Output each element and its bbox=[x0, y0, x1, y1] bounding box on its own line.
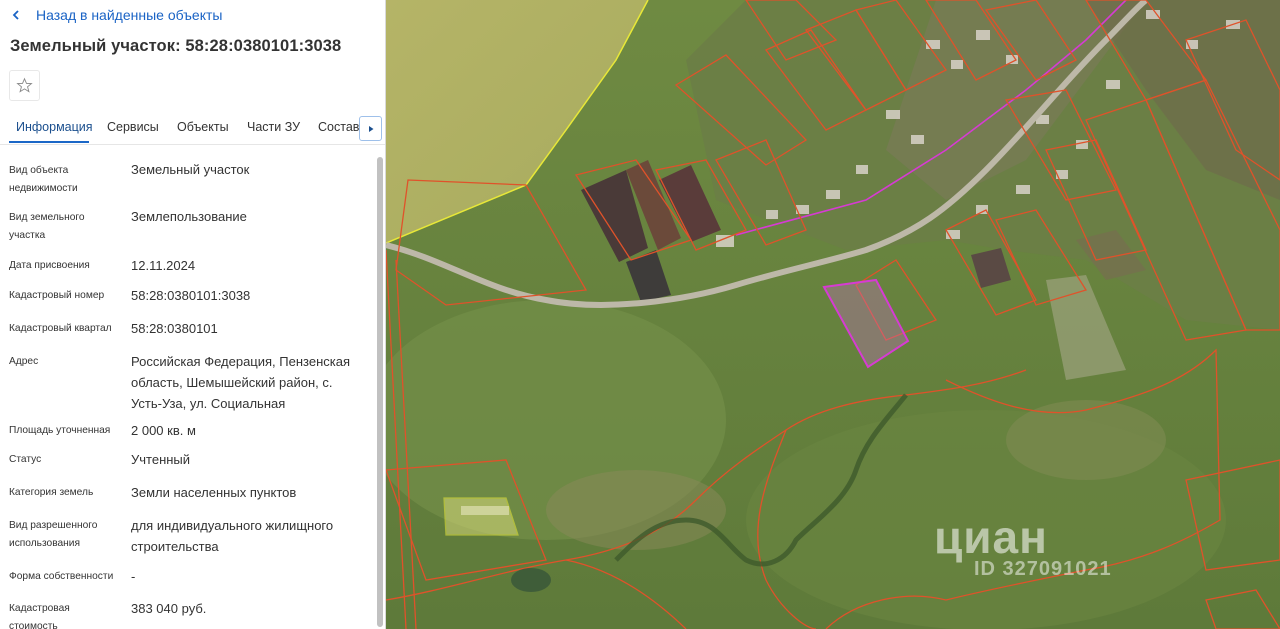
info-value: Учтенный bbox=[131, 452, 191, 467]
info-label: Дата присвоения bbox=[9, 260, 90, 271]
info-scrollbar-thumb[interactable] bbox=[377, 157, 383, 627]
info-label: Вид земельного участка bbox=[9, 212, 85, 241]
info-label: Вид разрешенного использования bbox=[9, 520, 98, 549]
map-imagery bbox=[386, 0, 1280, 629]
tab-info[interactable]: Информация bbox=[16, 120, 93, 134]
info-label: Форма собственности bbox=[9, 571, 114, 582]
back-link-label[interactable]: Назад в найденные объекты bbox=[36, 7, 222, 23]
info-label: Статус bbox=[9, 454, 42, 465]
star-outline-icon bbox=[16, 77, 33, 93]
tab-objects[interactable]: Объекты bbox=[177, 120, 229, 134]
watermark-id: ID 327091021 bbox=[974, 558, 1112, 580]
info-value: для индивидуального жилищного строительс… bbox=[131, 518, 334, 554]
info-label: Кадастровая стоимость bbox=[9, 603, 70, 629]
triangle-right-icon bbox=[368, 125, 373, 132]
highlighted-small-parcel bbox=[443, 497, 519, 536]
info-list: Вид объекта недвижимости Земельный участ… bbox=[0, 145, 376, 629]
satellite-map[interactable]: циан ID 327091021 bbox=[386, 0, 1280, 629]
info-value: Земли населенных пунктов bbox=[131, 485, 297, 500]
info-value: 2 000 кв. м bbox=[131, 423, 196, 438]
info-label: Вид объекта недвижимости bbox=[9, 165, 78, 194]
favorite-button[interactable] bbox=[9, 70, 40, 101]
tab-bar: Информация Сервисы Объекты Части ЗУ Сост… bbox=[0, 110, 385, 145]
info-label: Категория земель bbox=[9, 487, 94, 498]
page-title: Земельный участок: 58:28:0380101:3038 bbox=[10, 37, 342, 55]
info-value: 58:28:0380101:3038 bbox=[131, 288, 251, 303]
info-label: Площадь уточненная bbox=[9, 425, 111, 436]
info-value: Землепользование bbox=[131, 209, 247, 224]
info-value: Российская Федерация, Пензенская область… bbox=[131, 354, 351, 411]
chevron-left-icon bbox=[12, 10, 19, 20]
object-info-panel: Назад в найденные объекты Земельный учас… bbox=[0, 0, 386, 629]
back-link[interactable]: Назад в найденные объекты bbox=[10, 6, 222, 24]
tab-land-parts[interactable]: Части ЗУ bbox=[247, 120, 300, 134]
info-label: Адрес bbox=[9, 356, 39, 367]
info-label: Кадастровый квартал bbox=[9, 323, 112, 334]
info-value: 58:28:0380101 bbox=[131, 321, 218, 336]
info-value: - bbox=[131, 569, 136, 584]
info-value: 12.11.2024 bbox=[131, 258, 196, 273]
info-value: 383 040 руб. bbox=[131, 601, 207, 616]
active-tab-indicator bbox=[9, 141, 89, 143]
tab-composition[interactable]: Состав bbox=[318, 120, 359, 134]
tab-services[interactable]: Сервисы bbox=[107, 120, 159, 134]
tab-scroll-right-button[interactable] bbox=[359, 116, 382, 141]
info-label: Кадастровый номер bbox=[9, 290, 105, 301]
watermark-logo: циан bbox=[934, 511, 1048, 563]
info-value: Земельный участок bbox=[131, 162, 250, 177]
